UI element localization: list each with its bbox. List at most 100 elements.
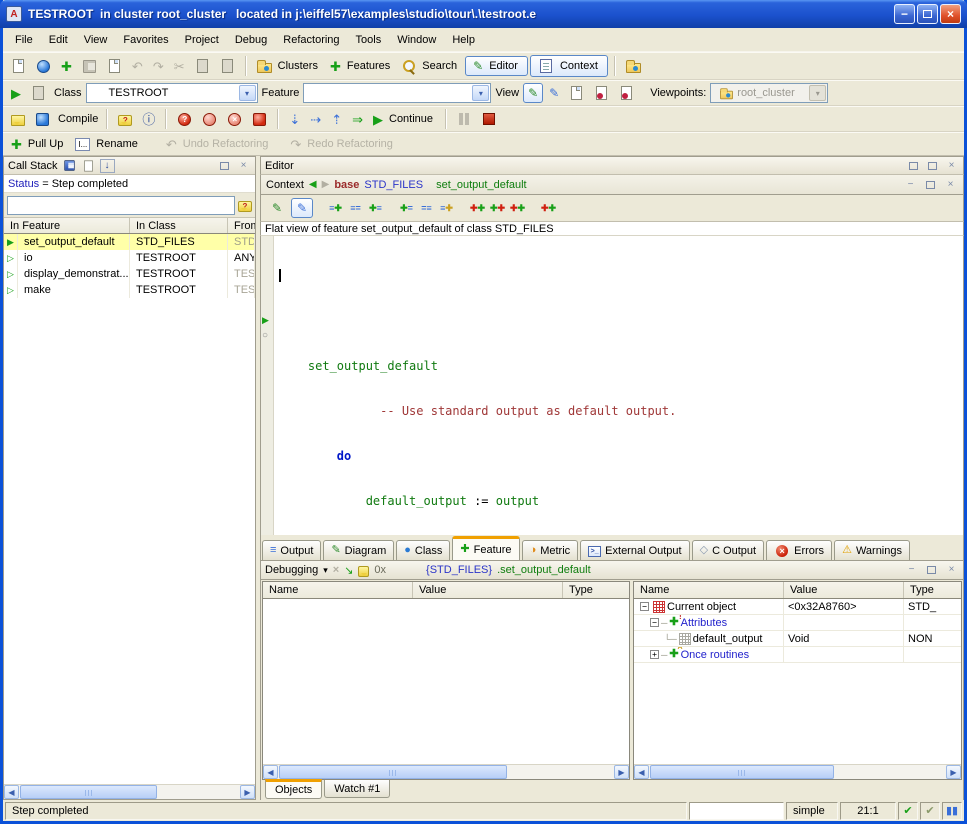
call-stack-row[interactable]: ▷ io TESTROOT ANY (4, 250, 255, 266)
debug-stop-button[interactable]: × (223, 110, 246, 129)
melt-button[interactable] (7, 111, 29, 128)
debugging-minimize-button[interactable]: − (904, 563, 919, 577)
menu-help[interactable]: Help (444, 30, 483, 50)
debug-run-button[interactable]: ? (173, 110, 196, 129)
objects-table-body[interactable]: − Current object <0x32A8760> STD_ − (634, 599, 961, 764)
close-button[interactable]: × (940, 4, 961, 24)
scroll-thumb[interactable] (20, 785, 157, 799)
debugging-header[interactable]: Debugging ▾ × ↘ 0x {STD_FILES}.set_outpu… (260, 560, 964, 580)
pause-button[interactable] (453, 109, 475, 129)
stop-application-button[interactable] (477, 109, 501, 129)
editor-restore-button[interactable] (906, 159, 921, 173)
editor-close-button[interactable]: × (944, 159, 959, 173)
paste-button[interactable] (216, 56, 239, 76)
call-stack-header[interactable]: Call Stack ↓ × (4, 157, 255, 175)
object-row[interactable]: − ─ ✚! Attributes (634, 615, 961, 631)
features-button[interactable]: ✚ Features (326, 58, 396, 75)
external-editor-button[interactable] (622, 57, 645, 75)
tab-objects[interactable]: Objects (265, 779, 322, 799)
watch-table-header[interactable]: Name Value Type (263, 582, 629, 599)
col-name[interactable]: Name (634, 582, 784, 598)
call-stack-row[interactable]: ▶ set_output_default STD_FILES STD_ (4, 234, 255, 250)
col-type[interactable]: Type (563, 582, 629, 598)
tab-metric[interactable]: ◑Metric (522, 540, 579, 560)
menu-tools[interactable]: Tools (348, 30, 390, 50)
scroll-thumb[interactable] (279, 765, 507, 779)
search-button[interactable]: Search (398, 57, 463, 75)
freeze-button[interactable] (31, 110, 54, 129)
call-stack-filter-input[interactable] (7, 196, 235, 215)
editor-toggle-button[interactable]: ✎ Editor (465, 56, 528, 76)
descendants-icon[interactable]: ✚✚ (489, 200, 506, 216)
rename-button[interactable]: I... Rename (71, 136, 143, 153)
scroll-track[interactable] (19, 785, 240, 799)
context-close-button[interactable]: × (943, 178, 958, 192)
clusters-button[interactable]: Clusters (253, 57, 324, 75)
col-name[interactable]: Name (263, 582, 413, 598)
menu-debug[interactable]: Debug (227, 30, 275, 50)
code-text[interactable]: set_output_default -- Use standard outpu… (274, 236, 963, 535)
history-forward-icon[interactable]: ▶ (322, 180, 330, 190)
watch-table-hscrollbar[interactable]: ◀ ▶ (263, 764, 629, 779)
tab-c-output[interactable]: ◇C Output (692, 540, 765, 560)
run-to-cursor-button[interactable]: ⇒ (348, 111, 367, 128)
scroll-right-icon[interactable]: ▶ (946, 765, 961, 779)
code-editor[interactable]: ▶ ○ set_output_default -- Use standard o… (260, 236, 964, 535)
debugging-maximize-button[interactable] (924, 563, 939, 577)
objects-table-hscrollbar[interactable]: ◀ ▶ (634, 764, 961, 779)
menu-window[interactable]: Window (389, 30, 444, 50)
call-stack-close-button[interactable]: × (236, 159, 251, 173)
menu-refactoring[interactable]: Refactoring (275, 30, 347, 50)
object-row[interactable]: + ─ ✚A Once routines (634, 647, 961, 663)
watch-table-body[interactable] (263, 599, 629, 764)
callees-icon[interactable]: ≡= (347, 200, 364, 216)
project-ok-indicator[interactable]: ✔ (920, 802, 940, 820)
tab-class[interactable]: ●Class (396, 540, 450, 560)
menu-favorites[interactable]: Favorites (115, 30, 176, 50)
save-call-stack-button[interactable] (62, 159, 77, 173)
menu-project[interactable]: Project (177, 30, 227, 50)
suppliers-icon[interactable]: ✚✚ (540, 200, 557, 216)
collapse-icon[interactable]: − (640, 602, 649, 611)
assignees-icon[interactable]: ✚= (398, 200, 415, 216)
object-row[interactable]: − Current object <0x32A8760> STD_ (634, 599, 961, 615)
debug-params-button[interactable] (248, 110, 271, 129)
menu-view[interactable]: View (76, 30, 116, 50)
feature-combobox[interactable]: ▾ (303, 83, 491, 103)
copy-button[interactable] (191, 56, 214, 76)
tab-output[interactable]: ≡Output (262, 540, 321, 560)
flat-contract-view-button[interactable] (615, 83, 638, 103)
breakpoint-slot-icon[interactable]: ○ (262, 331, 268, 341)
step-over-button[interactable]: ⇢ (306, 111, 325, 128)
call-stack-row[interactable]: ▷ make TESTROOT TEST (4, 282, 255, 298)
viewpoints-combobox[interactable]: root_cluster ▾ (710, 83, 828, 103)
menu-edit[interactable]: Edit (41, 30, 76, 50)
flat-view-button[interactable] (565, 83, 588, 103)
title-bar[interactable]: A TESTROOT in cluster root_cluster locat… (0, 0, 967, 28)
open-project-button[interactable] (32, 57, 55, 76)
col-from[interactable]: From (228, 218, 255, 233)
tab-diagram[interactable]: ✎Diagram (323, 540, 394, 560)
step-out-button[interactable]: ⇡ (327, 111, 346, 128)
scroll-track[interactable] (649, 765, 946, 779)
undo-refactoring-button[interactable]: ↶ Undo Refactoring (162, 136, 275, 153)
scroll-left-icon[interactable]: ◀ (4, 785, 19, 799)
expand-icon[interactable]: + (650, 650, 659, 659)
breakpoint-gutter[interactable]: ▶ ○ (261, 236, 274, 535)
editor-maximize-button[interactable] (925, 159, 940, 173)
tab-warnings[interactable]: ⚠Warnings (834, 540, 910, 560)
contract-view-button[interactable] (590, 83, 613, 103)
clients-icon[interactable]: ✚✚ (509, 200, 526, 216)
class-combobox[interactable]: TESTROOT ▾ (86, 83, 258, 103)
debug-run-nostop-button[interactable] (198, 110, 221, 129)
creators-icon[interactable]: =≡ (418, 200, 435, 216)
menu-file[interactable]: File (7, 30, 41, 50)
minimize-button[interactable]: − (894, 4, 915, 24)
editor-header[interactable]: Editor × (260, 156, 964, 175)
ancestors-icon[interactable]: ✚✚ (469, 200, 486, 216)
col-type[interactable]: Type (904, 582, 961, 598)
crumb-class[interactable]: STD_FILES (364, 179, 423, 191)
pull-up-button[interactable]: ✚ Pull Up (7, 136, 69, 153)
col-value[interactable]: Value (413, 582, 563, 598)
scroll-left-icon[interactable]: ◀ (263, 765, 278, 779)
